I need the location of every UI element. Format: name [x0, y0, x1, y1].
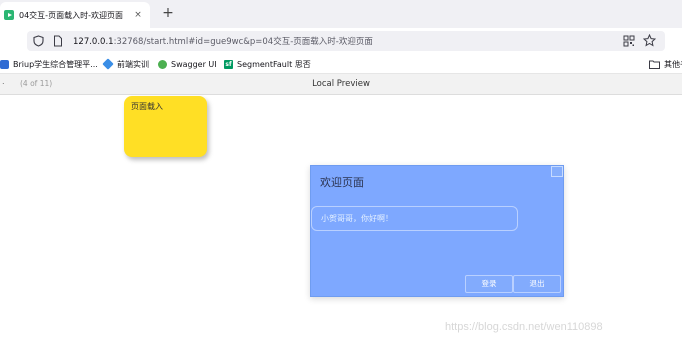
axure-play-icon — [4, 10, 14, 20]
bookmark-segmentfault[interactable]: sf SegmentFault 思否 — [224, 57, 311, 71]
bookmarks-bar: Briup学生综合管理平... 前端实训 Swagger UI sf Segme… — [0, 54, 682, 74]
folder-icon — [649, 60, 660, 69]
tab-bar: 04交互-页面载入时-欢迎页面 × + — [0, 0, 682, 28]
other-bookmarks[interactable]: 其他书 — [649, 57, 682, 71]
bookmark-star-icon[interactable] — [643, 34, 656, 47]
url-text[interactable]: 127.0.0.1:32768/start.html#id=gue9wc&p=0… — [73, 35, 373, 47]
bookmark-label: 前端实训 — [117, 59, 149, 69]
close-icon[interactable] — [551, 166, 563, 177]
qr-code-icon[interactable] — [623, 35, 635, 47]
shield-icon[interactable] — [33, 35, 44, 47]
url-host: 127.0.0.1 — [73, 37, 114, 47]
bookmark-briup[interactable]: Briup学生综合管理平... — [0, 57, 98, 71]
diamond-icon — [102, 58, 114, 70]
sticky-note: 页面载入 — [124, 96, 207, 157]
address-bar[interactable]: 127.0.0.1:32768/start.html#id=gue9wc&p=0… — [27, 31, 665, 51]
exit-button[interactable]: 退出 — [513, 275, 561, 293]
bookmark-label: Swagger UI — [171, 59, 217, 69]
welcome-dialog: 欢迎页面 小贺哥哥，你好啊！ 登录 退出 — [310, 165, 564, 297]
sf-icon: sf — [224, 59, 233, 69]
tab-close-icon[interactable]: × — [132, 10, 144, 20]
browser-tab[interactable]: 04交互-页面载入时-欢迎页面 × — [0, 2, 150, 28]
page-info-icon[interactable] — [53, 35, 63, 47]
tab-title: 04交互-页面载入时-欢迎页面 — [19, 10, 123, 20]
bookmark-label: SegmentFault 思否 — [237, 59, 311, 69]
bookmark-frontend[interactable]: 前端实训 — [102, 57, 149, 71]
swagger-icon — [158, 59, 167, 69]
bookmark-swagger[interactable]: Swagger UI — [158, 57, 217, 71]
new-tab-button[interactable]: + — [160, 5, 176, 21]
dialog-title: 欢迎页面 — [320, 176, 364, 189]
watermark: https://blog.csdn.net/wen110898 — [445, 321, 603, 333]
welcome-message: 小贺哥哥，你好啊！ — [311, 206, 518, 231]
bookmark-label: Briup学生综合管理平... — [13, 59, 98, 69]
preview-header: . (4 of 11) Local Preview — [0, 74, 682, 95]
login-button[interactable]: 登录 — [465, 275, 513, 293]
other-bookmarks-label: 其他书 — [664, 59, 682, 69]
preview-title: Local Preview — [312, 79, 370, 89]
nav-toolbar: 127.0.0.1:32768/start.html#id=gue9wc&p=0… — [0, 28, 682, 54]
url-path: :32768/start.html#id=gue9wc&p=04交互-页面载入时… — [113, 37, 373, 47]
briup-icon — [0, 59, 9, 69]
